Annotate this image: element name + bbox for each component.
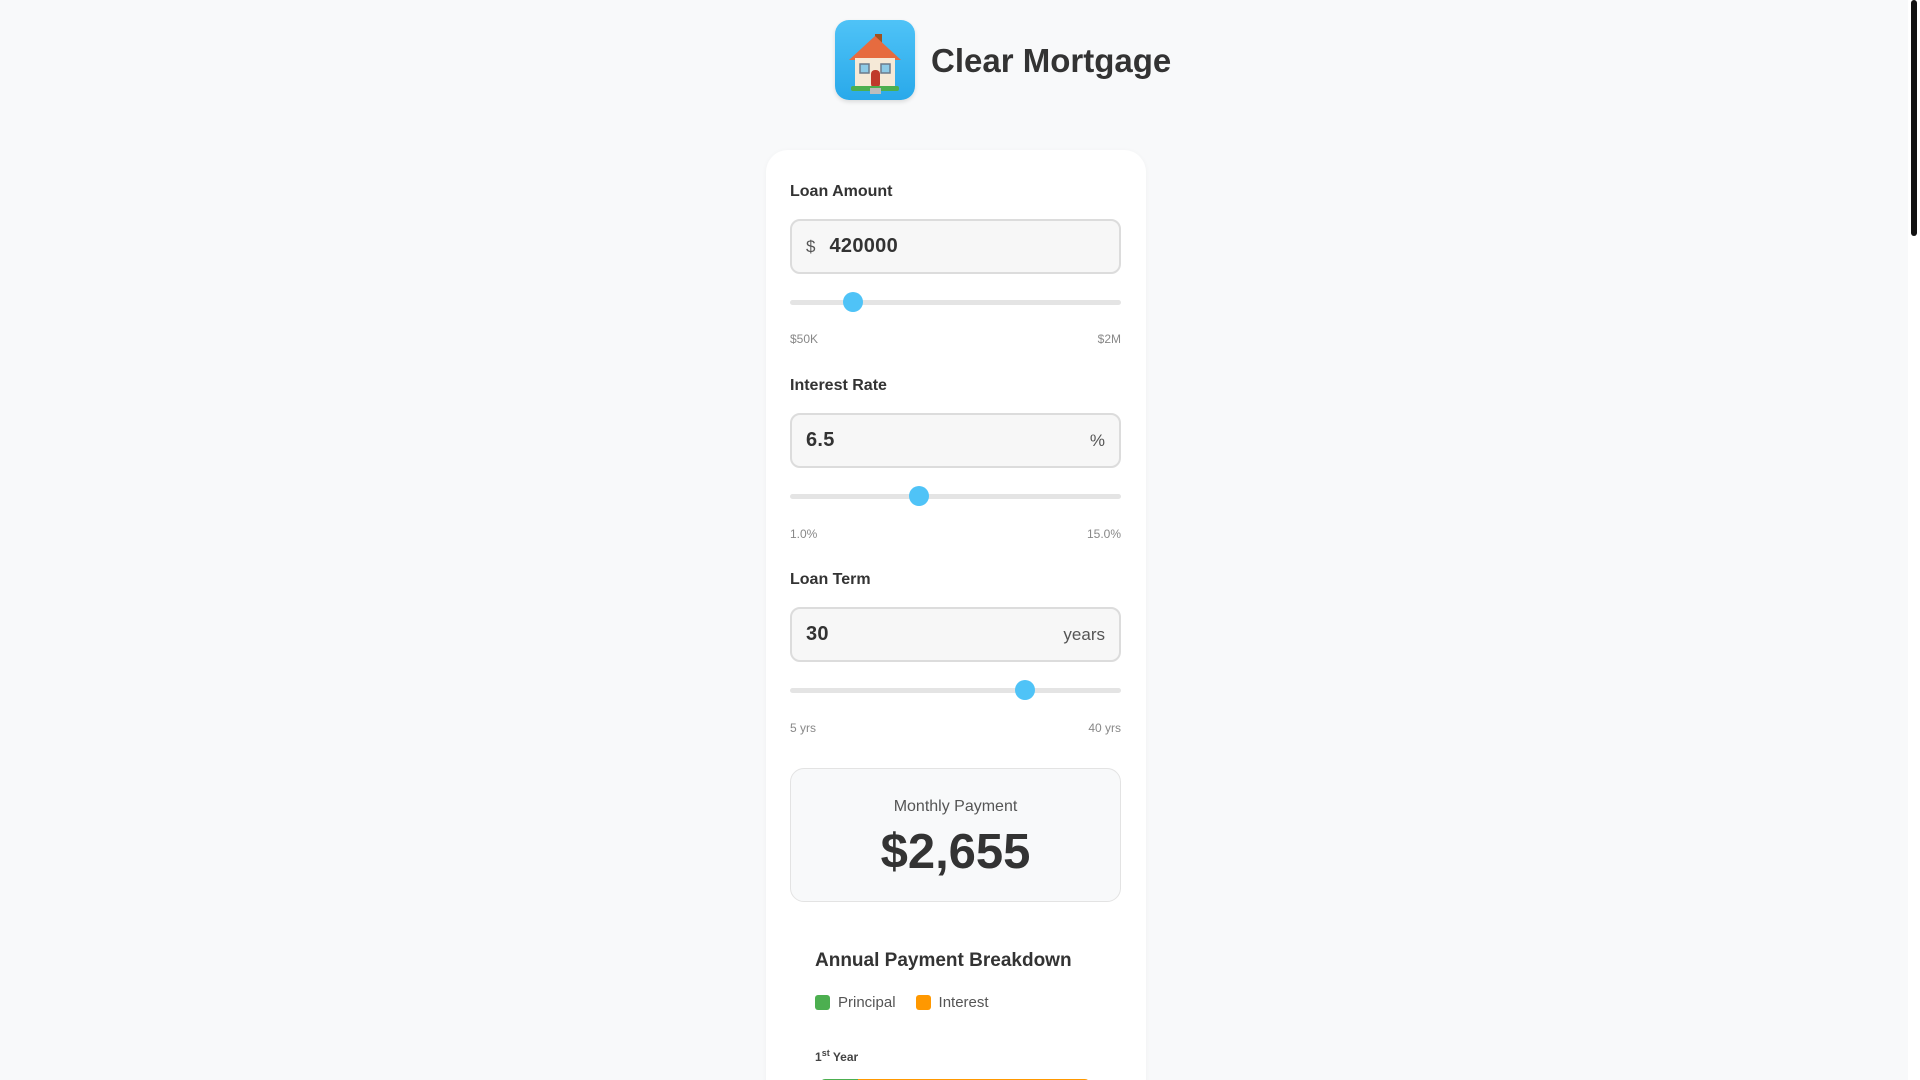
- year-number: 1: [815, 1050, 822, 1064]
- interest-swatch: [915, 995, 931, 1010]
- house-icon: [835, 20, 915, 100]
- interest-rate-input[interactable]: 6.5 %: [790, 413, 1121, 468]
- slider-thumb[interactable]: [1015, 680, 1035, 700]
- loan-term-min: 5 yrs: [790, 721, 817, 735]
- year-ordinal-suffix: st: [821, 1048, 830, 1058]
- loan-term-input[interactable]: 30 years: [790, 607, 1121, 662]
- loan-amount-max: $2M: [1097, 332, 1121, 346]
- breakdown-title: Annual Payment Breakdown: [815, 950, 1072, 971]
- year-label: 1st Year: [815, 1048, 858, 1064]
- breakdown-legend: Principal Interest: [815, 994, 1009, 1011]
- year-word: Year: [832, 1050, 859, 1064]
- loan-amount-label: Loan Amount: [790, 183, 893, 200]
- interest-rate-label: Interest Rate: [790, 377, 887, 394]
- calculator-card: Loan Amount $ 420000 $50K $2M Interest R…: [766, 150, 1146, 1080]
- app-title: Clear Mortgage: [931, 41, 1172, 79]
- interest-rate-min: 1.0%: [790, 527, 818, 541]
- loan-term-slider[interactable]: [790, 680, 1121, 700]
- slider-thumb[interactable]: [909, 486, 930, 506]
- years-suffix: years: [1063, 624, 1105, 644]
- principal-swatch: [815, 995, 830, 1010]
- monthly-payment-panel: Monthly Payment $2,655: [790, 768, 1121, 902]
- interest-rate-max: 15.0%: [1086, 527, 1121, 541]
- loan-amount-value[interactable]: 420000: [829, 235, 898, 258]
- interest-rate-slider[interactable]: [790, 486, 1121, 506]
- legend-interest: Interest: [915, 994, 989, 1011]
- loan-term-value[interactable]: 30: [806, 623, 829, 646]
- percent-suffix: %: [1089, 430, 1105, 450]
- loan-amount-input[interactable]: $ 420000: [790, 219, 1121, 274]
- legend-principal: Principal: [815, 994, 896, 1011]
- legend-principal-label: Principal: [838, 994, 896, 1011]
- legend-interest-label: Interest: [938, 994, 989, 1011]
- loan-term-label: Loan Term: [790, 571, 871, 588]
- monthly-payment-amount: $2,655: [880, 825, 1031, 879]
- app-header: Clear Mortgage: [835, 20, 1171, 100]
- scrollbar-thumb[interactable]: [1911, 0, 1917, 236]
- slider-track: [790, 494, 1121, 499]
- slider-thumb[interactable]: [842, 292, 863, 312]
- loan-amount-min: $50K: [790, 332, 819, 346]
- slider-track: [790, 300, 1121, 305]
- page-scrollbar[interactable]: [1908, 0, 1920, 1080]
- slider-track: [790, 688, 1121, 693]
- monthly-payment-label: Monthly Payment: [893, 798, 1018, 815]
- loan-term-max: 40 yrs: [1088, 721, 1121, 735]
- loan-amount-slider[interactable]: [790, 292, 1121, 312]
- interest-rate-value[interactable]: 6.5: [806, 429, 835, 452]
- dollar-prefix: $: [806, 236, 816, 256]
